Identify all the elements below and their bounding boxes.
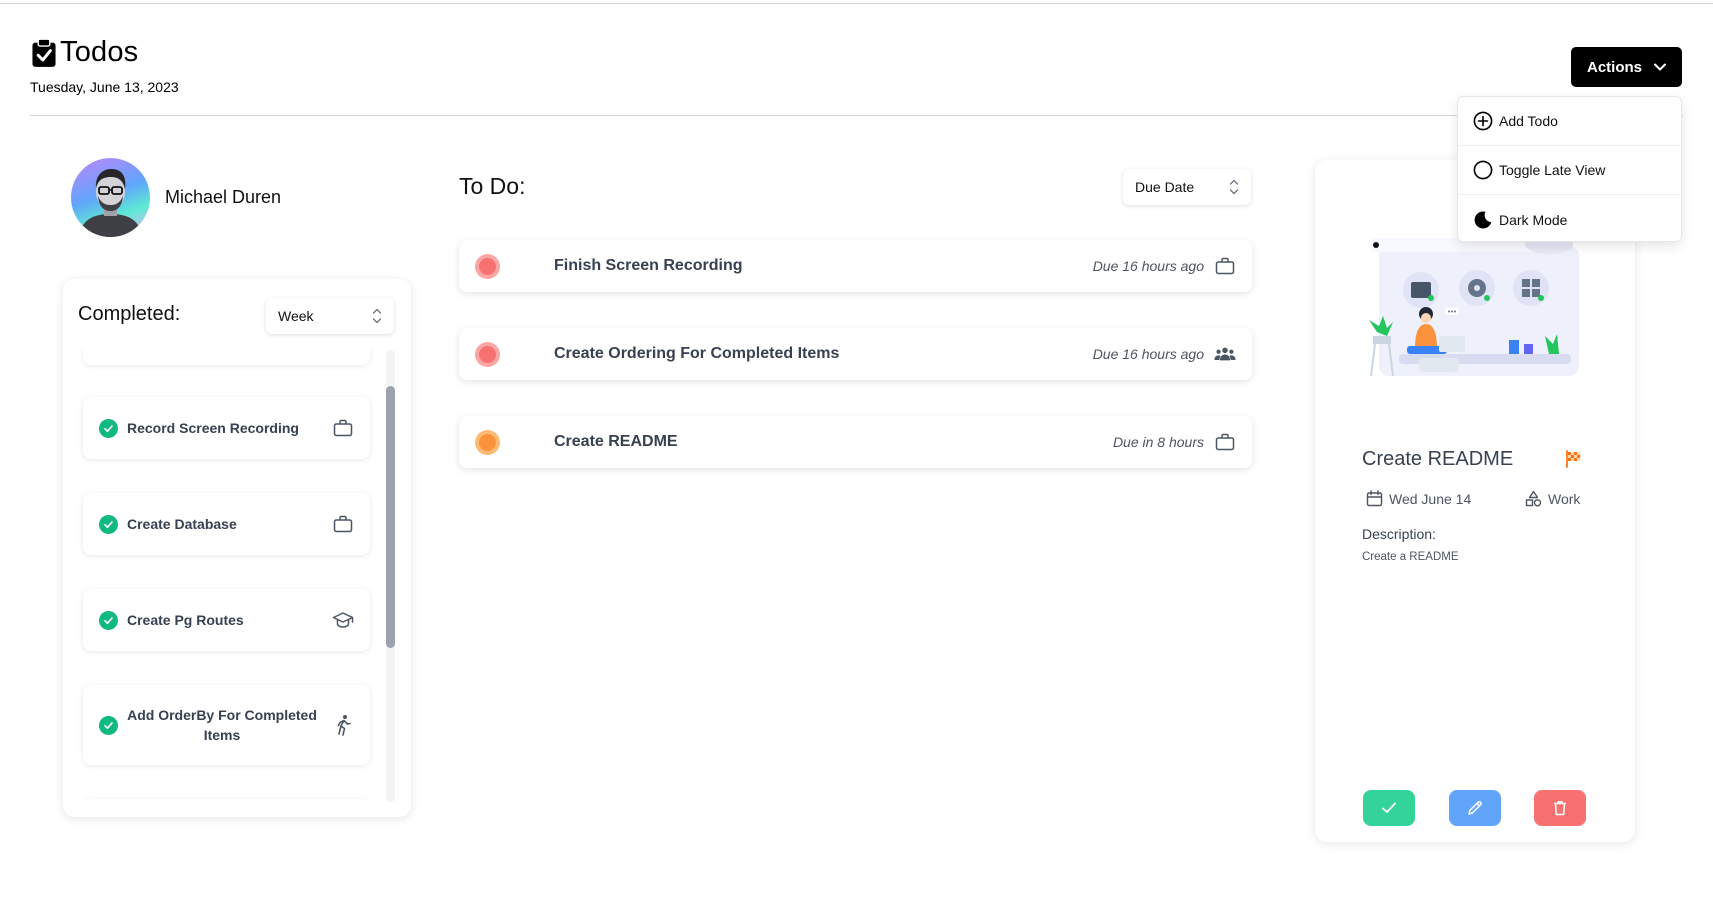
delete-button[interactable] [1534, 790, 1586, 826]
circle-icon [1472, 159, 1494, 181]
menu-item-toggle-late-view[interactable]: Toggle Late View [1458, 146, 1681, 195]
list-item[interactable]: Create Pg Routes [83, 589, 370, 651]
calendar-icon [1366, 490, 1383, 507]
todo-item[interactable]: Create README Due in 8 hours [459, 416, 1252, 468]
detail-title: Create README [1362, 448, 1514, 470]
detail-date-text: Wed June 14 [1389, 490, 1472, 507]
list-item[interactable] [83, 349, 370, 365]
briefcase-icon [332, 513, 354, 535]
check-circle-icon [99, 514, 118, 534]
running-person-icon [332, 714, 354, 736]
actions-dropdown-menu: Add Todo Toggle Late View Dark Mode [1457, 96, 1682, 242]
check-circle-icon [99, 715, 118, 735]
select-arrows-icon [1229, 179, 1239, 195]
window-top-border [0, 0, 1713, 4]
briefcase-icon [1214, 255, 1236, 277]
status-indicator[interactable] [475, 254, 500, 279]
page-header: Todos Tuesday, June 13, 2023 [30, 36, 179, 95]
check-icon [1382, 802, 1396, 813]
list-item-label: Create Database [127, 516, 237, 532]
menu-item-dark-mode[interactable]: Dark Mode [1458, 195, 1681, 244]
plus-circle-icon [1472, 110, 1494, 132]
list-item-label: Add OrderBy For Completed Items [127, 707, 317, 743]
actions-button-label: Actions [1586, 58, 1642, 76]
current-date: Tuesday, June 13, 2023 [30, 79, 179, 95]
actions-button[interactable]: Actions [1571, 47, 1682, 87]
check-circle-icon [99, 418, 118, 438]
list-item-label: Record Screen Recording [127, 420, 299, 436]
chevron-down-icon [1654, 63, 1666, 71]
user-name: Michael Duren [165, 187, 282, 207]
check-circle-icon [99, 610, 118, 630]
completed-panel: Completed: Week Record Screen Recording … [63, 279, 411, 817]
complete-button[interactable] [1363, 790, 1415, 826]
period-select-value: Week [278, 308, 314, 324]
checkered-flag-icon [1566, 450, 1581, 468]
page-title: Todos [60, 36, 139, 68]
todo-detail-panel: Create README Wed June 14 Work Descripti… [1315, 160, 1635, 842]
workspace-illustration [1369, 236, 1579, 377]
user-portrait-icon [79, 169, 142, 237]
todo-item-due: Due 16 hours ago [1092, 258, 1204, 274]
detail-category-text: Work [1548, 490, 1581, 507]
people-icon [1214, 343, 1236, 365]
edit-button[interactable] [1449, 790, 1501, 826]
period-select[interactable]: Week [266, 298, 394, 334]
completed-list[interactable]: Record Screen Recording Create Database … [76, 349, 376, 801]
completed-scrollbar[interactable] [386, 350, 395, 802]
todo-item[interactable]: Finish Screen Recording Due 16 hours ago [459, 240, 1252, 292]
list-item[interactable]: Create Database [83, 493, 370, 555]
list-item[interactable] [83, 799, 370, 801]
briefcase-icon [332, 417, 354, 439]
list-item[interactable]: Add OrderBy For Completed Items [83, 685, 370, 765]
todo-item[interactable]: Create Ordering For Completed Items Due … [459, 328, 1252, 380]
list-item-label: Create Pg Routes [127, 612, 244, 628]
menu-item-label: Add Todo [1499, 113, 1558, 129]
menu-item-label: Toggle Late View [1499, 162, 1606, 178]
todo-item-label: Create Ordering For Completed Items [554, 345, 840, 362]
moon-icon [1472, 209, 1494, 231]
todo-title: To Do: [459, 173, 526, 199]
description-label: Description: [1362, 526, 1436, 542]
menu-item-add-todo[interactable]: Add Todo [1458, 97, 1681, 146]
status-indicator[interactable] [475, 430, 500, 455]
pencil-icon [1468, 801, 1482, 815]
trash-icon [1554, 801, 1566, 816]
shapes-icon [1525, 490, 1542, 507]
todo-item-label: Finish Screen Recording [554, 257, 743, 274]
avatar [71, 158, 150, 237]
sort-select[interactable]: Due Date [1123, 169, 1251, 205]
todo-item-due: Due in 8 hours [1112, 434, 1204, 450]
todo-item-due: Due 16 hours ago [1092, 346, 1204, 362]
scrollbar-thumb[interactable] [386, 386, 395, 648]
sort-select-value: Due Date [1135, 179, 1195, 195]
clipboard-check-icon [32, 37, 56, 67]
header-divider [30, 115, 1683, 116]
completed-title: Completed: [78, 303, 181, 325]
description-text: Create a README [1362, 551, 1459, 563]
list-item[interactable]: Record Screen Recording [83, 397, 370, 459]
detail-category: Work [1525, 490, 1580, 507]
detail-due-date: Wed June 14 [1366, 490, 1471, 507]
todo-item-label: Create README [554, 433, 678, 450]
graduation-cap-icon [332, 609, 354, 631]
briefcase-icon [1214, 431, 1236, 453]
menu-item-label: Dark Mode [1499, 211, 1568, 228]
select-arrows-icon [372, 308, 382, 324]
status-indicator[interactable] [475, 342, 500, 367]
